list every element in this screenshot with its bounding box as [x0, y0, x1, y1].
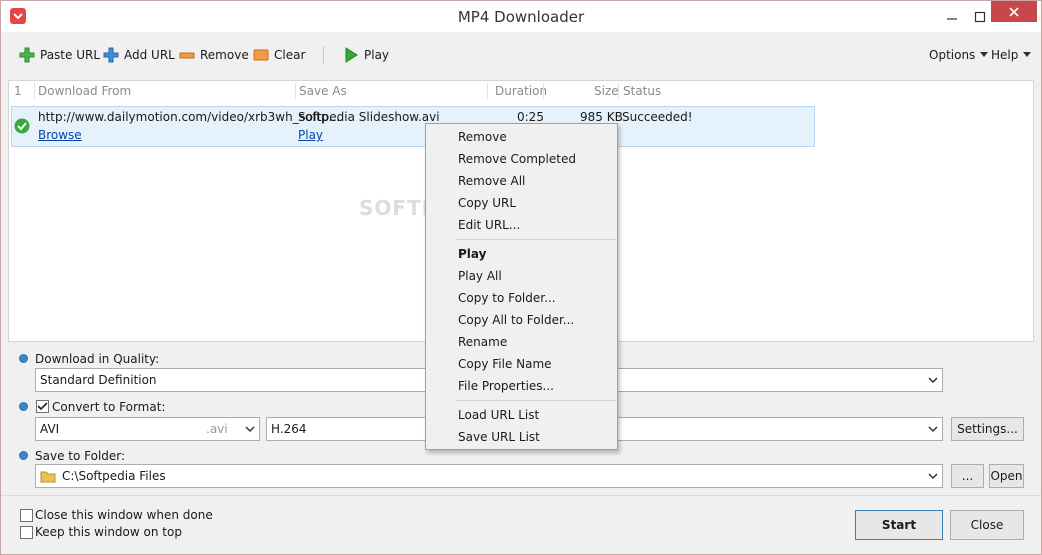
bottom-bar: Close this window when done Keep this wi… [1, 495, 1041, 555]
close-when-done-label: Close this window when done [35, 508, 213, 522]
menu-item-load-url-list[interactable]: Load URL List [458, 405, 539, 425]
format-select[interactable]: AVI .avi [35, 417, 260, 441]
remove-label: Remove [200, 48, 249, 62]
add-url-button[interactable]: Add URL [103, 45, 175, 65]
row-status: Succeeded! [622, 110, 693, 124]
chevron-down-icon [1023, 52, 1032, 57]
minimize-button[interactable] [937, 1, 967, 32]
format-bullet [19, 402, 28, 411]
column-status[interactable]: Status [623, 81, 661, 101]
eraser-icon [253, 47, 269, 63]
table-row[interactable]: http://www.dailymotion.com/video/xrb3wh_… [11, 106, 815, 147]
convert-format-checkbox[interactable] [36, 400, 49, 413]
title-bar: MP4 Downloader [1, 1, 1041, 32]
menu-item-save-url-list[interactable]: Save URL List [458, 427, 540, 447]
context-menu: Remove Remove Completed Remove All Copy … [425, 123, 618, 450]
folder-label: Save to Folder: [35, 449, 126, 463]
codec-value: H.264 [271, 422, 307, 436]
menu-item-play-all[interactable]: Play All [458, 266, 502, 286]
close-icon [1009, 6, 1019, 17]
chevron-down-icon [980, 52, 989, 57]
play-link[interactable]: Play [298, 128, 323, 142]
chevron-down-icon [928, 473, 938, 480]
format-extension: .avi [206, 422, 228, 436]
menu-item-play[interactable]: Play [458, 244, 486, 264]
format-value: AVI [40, 422, 60, 436]
play-icon [343, 47, 359, 63]
menu-item-file-properties[interactable]: File Properties... [458, 376, 554, 396]
green-plus-icon [19, 47, 35, 63]
maximize-button[interactable] [967, 1, 993, 32]
quality-value: Standard Definition [40, 373, 157, 387]
menu-item-copy-all-to-folder[interactable]: Copy All to Folder... [458, 310, 574, 330]
folder-icon [40, 471, 56, 483]
menu-item-copy-to-folder[interactable]: Copy to Folder... [458, 288, 556, 308]
menu-item-remove-completed[interactable]: Remove Completed [458, 149, 576, 169]
paste-url-button[interactable]: Paste URL [19, 45, 100, 65]
format-label: Convert to Format: [52, 400, 166, 414]
row-duration: 0:25 [517, 110, 544, 124]
row-url: http://www.dailymotion.com/video/xrb3wh_… [38, 110, 341, 124]
main-window: MP4 Downloader Paste URL Add URL Remove … [0, 0, 1042, 555]
column-size[interactable]: Size [594, 81, 619, 101]
row-size: 985 KB [580, 110, 623, 124]
options-label: Options [929, 48, 976, 62]
quality-label: Download in Quality: [35, 352, 160, 366]
toolbar-separator [323, 46, 324, 64]
menu-item-remove-all[interactable]: Remove All [458, 171, 525, 191]
menu-item-edit-url[interactable]: Edit URL... [458, 215, 520, 235]
column-index[interactable]: 1 [14, 81, 22, 101]
checkmark-icon [37, 402, 48, 411]
success-check-icon [14, 118, 30, 137]
help-label: Help [991, 48, 1019, 62]
clear-button[interactable]: Clear [253, 45, 305, 65]
column-download-from[interactable]: Download From [38, 81, 131, 101]
column-duration[interactable]: Duration [495, 81, 547, 101]
blue-plus-icon [103, 47, 119, 63]
column-divider [543, 83, 544, 99]
paste-url-label: Paste URL [40, 48, 101, 62]
close-button[interactable]: Close [950, 510, 1024, 540]
menu-separator [456, 400, 616, 401]
chevron-down-icon [245, 426, 255, 433]
play-label: Play [364, 48, 390, 62]
clear-label: Clear [274, 48, 306, 62]
close-when-done-checkbox[interactable] [20, 509, 33, 522]
quality-bullet [19, 354, 28, 363]
close-window-button[interactable] [991, 1, 1037, 22]
open-folder-button[interactable]: Open [989, 464, 1024, 488]
menu-item-copy-file-name[interactable]: Copy File Name [458, 354, 552, 374]
play-button[interactable]: Play [343, 45, 389, 65]
help-menu[interactable]: Help [991, 45, 1032, 65]
column-save-as[interactable]: Save As [299, 81, 347, 101]
start-button[interactable]: Start [855, 510, 943, 540]
chevron-down-icon [928, 426, 938, 433]
browse-folder-button[interactable]: ... [951, 464, 984, 488]
minus-icon [179, 47, 195, 63]
column-divider [618, 83, 619, 99]
remove-button[interactable]: Remove [179, 45, 249, 65]
add-url-label: Add URL [124, 48, 175, 62]
minimize-icon [947, 17, 957, 20]
window-title: MP4 Downloader [457, 8, 585, 26]
browse-link[interactable]: Browse [38, 128, 82, 142]
toolbar: Paste URL Add URL Remove Clear Play Opti… [1, 32, 1041, 78]
menu-separator [456, 239, 616, 240]
settings-button[interactable]: Settings... [951, 417, 1024, 441]
menu-item-remove[interactable]: Remove [458, 127, 507, 147]
folder-value: C:\Softpedia Files [62, 469, 166, 483]
row-save-as: Softpedia Slideshow.avi [298, 110, 440, 124]
options-menu[interactable]: Options [929, 45, 989, 65]
menu-item-rename[interactable]: Rename [458, 332, 507, 352]
keep-on-top-label: Keep this window on top [35, 525, 182, 539]
column-divider [487, 83, 488, 99]
menu-item-copy-url[interactable]: Copy URL [458, 193, 516, 213]
folder-select[interactable]: C:\Softpedia Files [35, 464, 943, 488]
folder-bullet [19, 451, 28, 460]
column-divider [34, 83, 35, 99]
column-divider [295, 83, 296, 99]
chevron-down-icon [928, 377, 938, 384]
keep-on-top-checkbox[interactable] [20, 526, 33, 539]
maximize-icon [974, 11, 986, 22]
